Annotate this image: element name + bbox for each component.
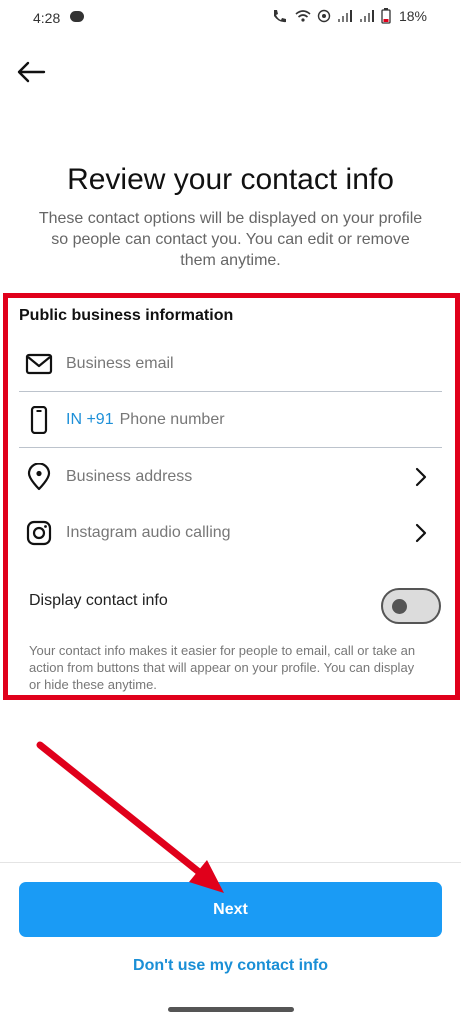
chevron-right-icon (415, 523, 427, 543)
phone-number-placeholder: IN +91 Phone number (66, 411, 225, 429)
wifi-calling-icon (273, 10, 286, 23)
display-contact-info-row: Display contact info (29, 588, 441, 628)
phone-icon (30, 406, 48, 434)
wifi-icon (295, 10, 311, 22)
battery-icon (381, 8, 391, 24)
display-contact-info-label: Display contact info (29, 592, 168, 609)
status-icons: 18% (271, 8, 427, 24)
signal-icon (359, 10, 374, 22)
instagram-audio-calling-label: Instagram audio calling (66, 524, 231, 541)
page-subtitle: These contact options will be displayed … (38, 210, 423, 269)
business-address-row[interactable]: Business address (19, 449, 442, 505)
home-indicator[interactable] (168, 1007, 294, 1012)
toggle-knob (392, 599, 407, 614)
business-address-label: Business address (66, 468, 193, 485)
message-icon (70, 11, 84, 22)
mail-icon (25, 353, 53, 375)
chevron-right-icon (415, 467, 427, 487)
status-bar: 4:28 18% (0, 0, 461, 36)
footer-divider (0, 862, 461, 863)
page-title: Review your contact info (67, 163, 394, 196)
next-button[interactable]: Next (19, 882, 442, 937)
contact-info-help-text: Your contact info makes it easier for pe… (29, 643, 416, 692)
business-email-placeholder: Business email (66, 355, 174, 372)
phone-number-field[interactable]: IN +91 Phone number (19, 392, 442, 448)
back-button[interactable] (14, 56, 50, 88)
back-arrow-icon (17, 61, 46, 83)
location-pin-icon (27, 463, 51, 491)
dont-use-contact-info-link[interactable]: Don't use my contact info (0, 957, 461, 975)
country-code[interactable]: IN +91 (66, 411, 114, 428)
section-title: Public business information (19, 307, 234, 324)
signal-icon (337, 10, 352, 22)
business-email-field[interactable]: Business email (19, 336, 442, 392)
status-time: 4:28 (33, 10, 61, 26)
instagram-audio-calling-row[interactable]: Instagram audio calling (19, 505, 442, 561)
instagram-icon (26, 520, 52, 546)
battery-percent: 18% (398, 8, 427, 24)
hotspot-icon (317, 9, 331, 23)
display-contact-info-toggle[interactable] (381, 588, 441, 624)
phone-placeholder-text: Phone number (119, 411, 225, 428)
